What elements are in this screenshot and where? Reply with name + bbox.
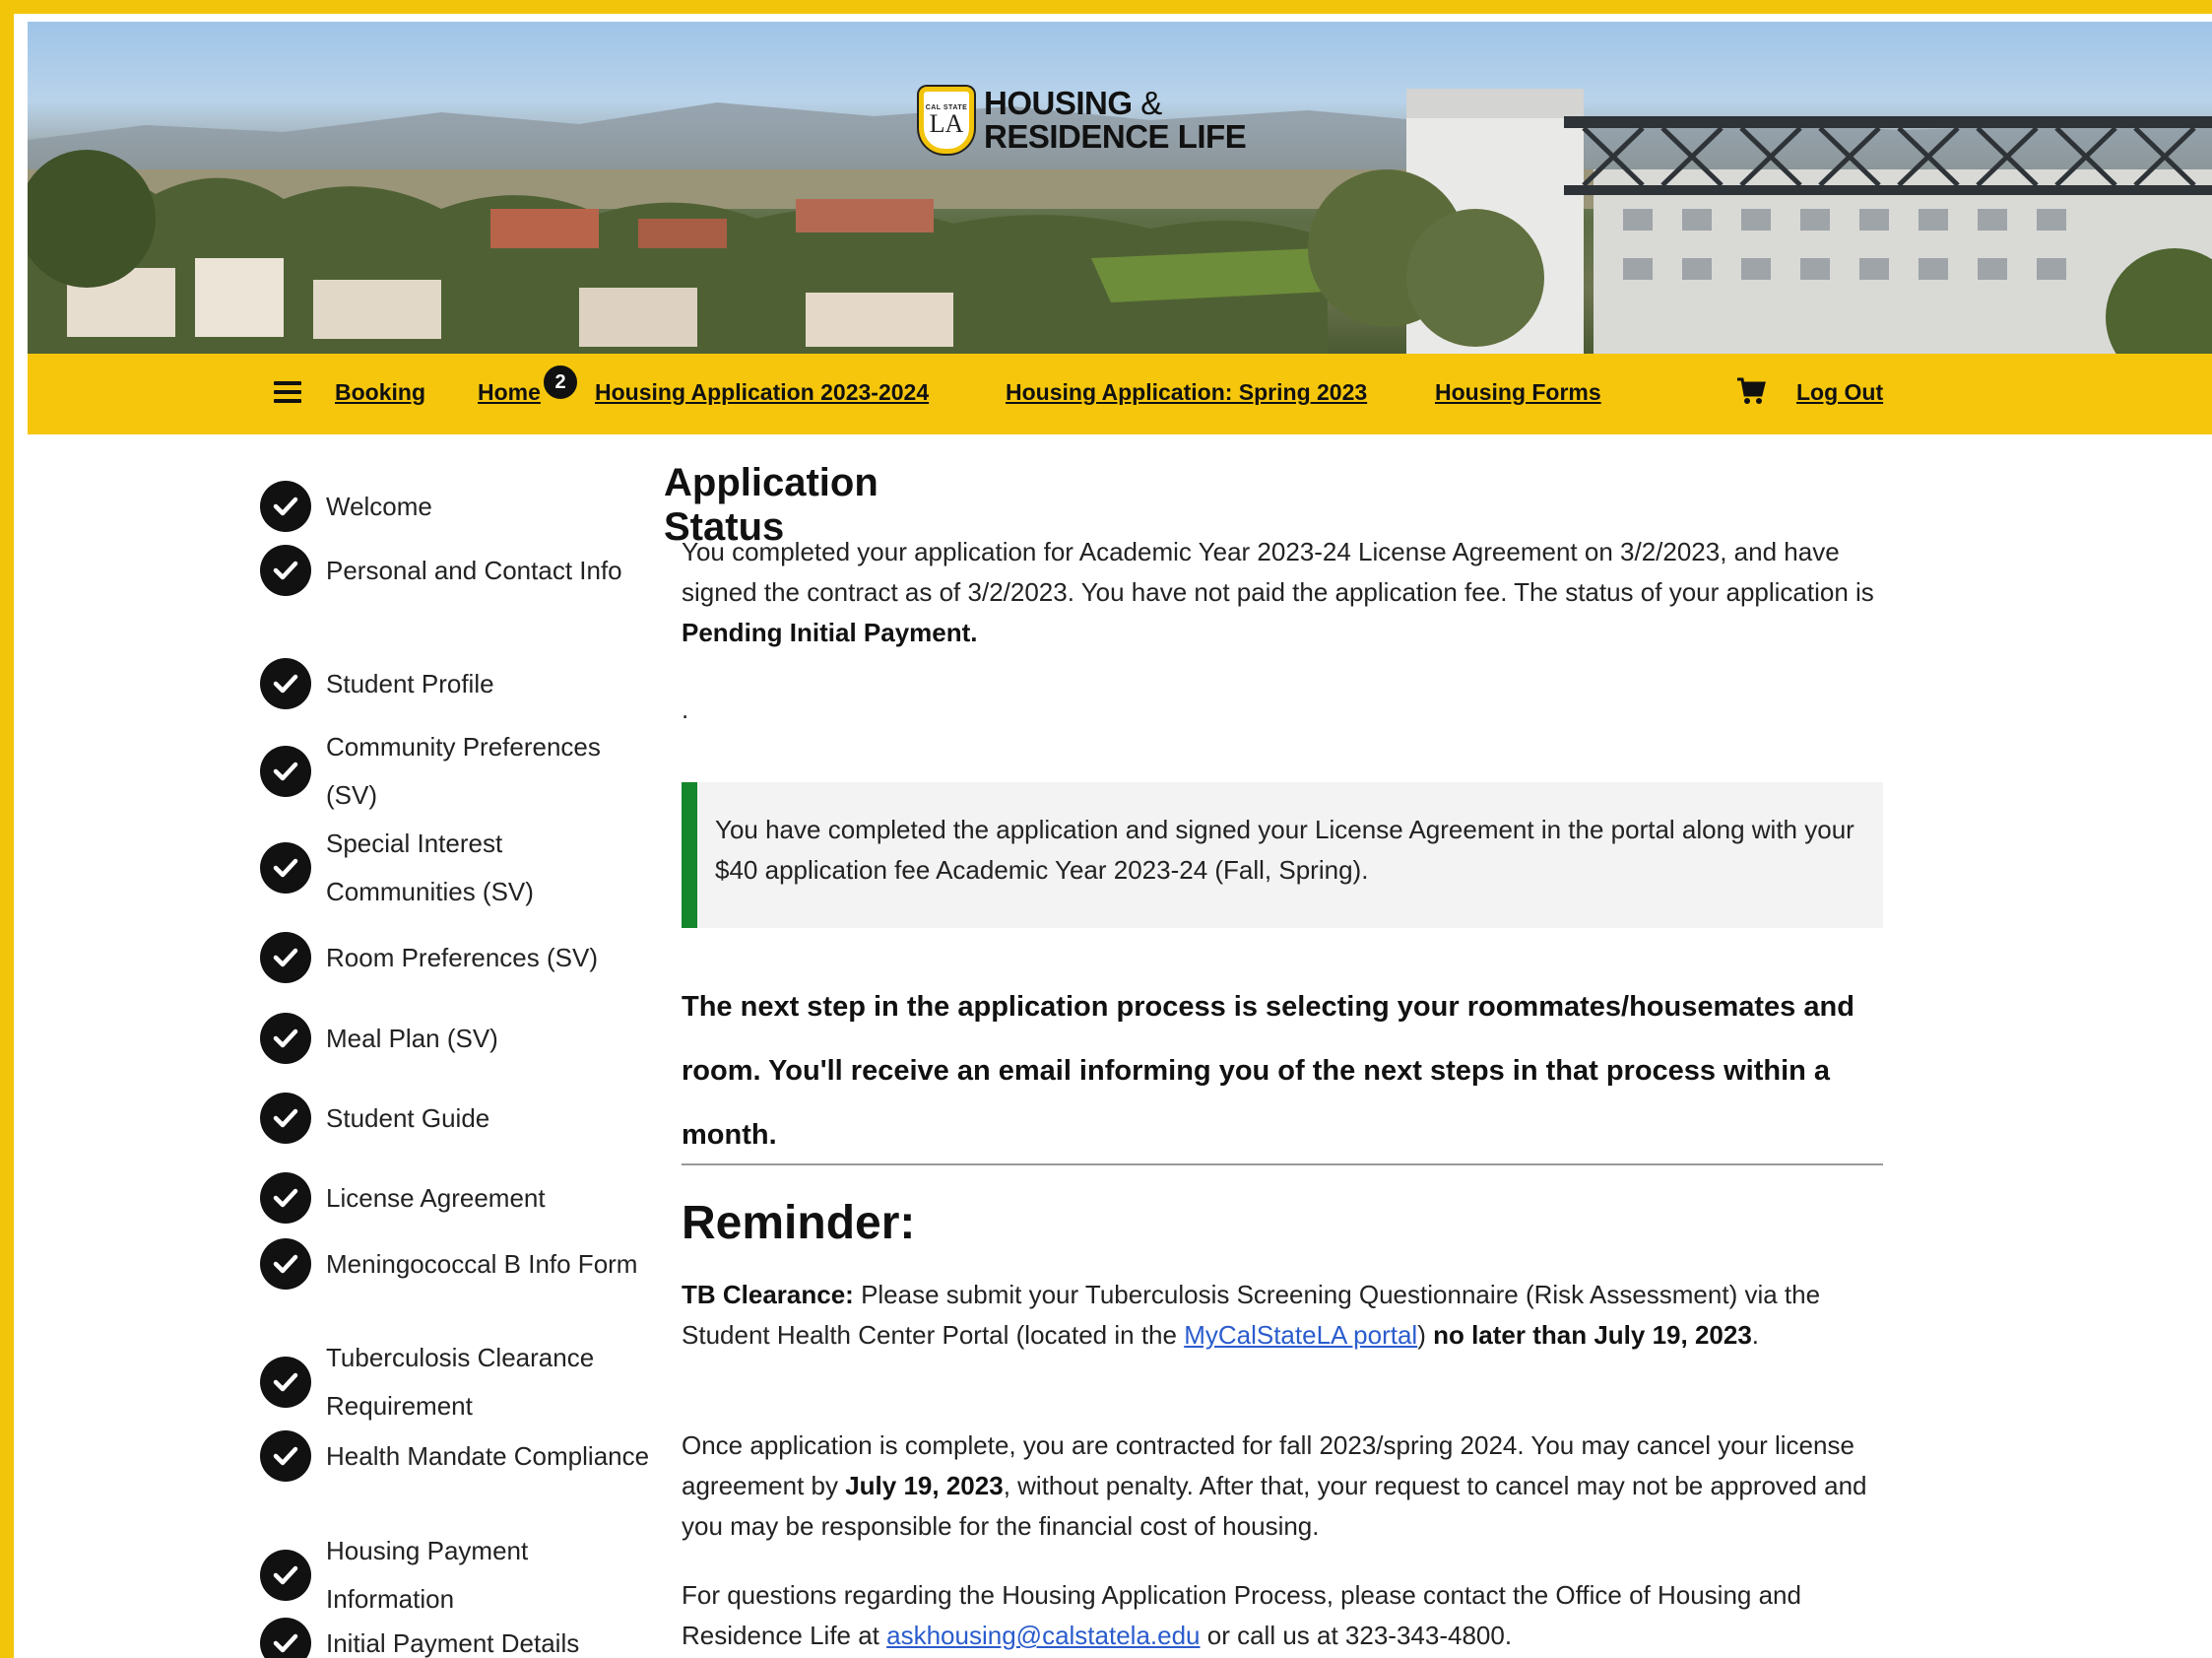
check-circle-icon [260,1013,311,1064]
check-circle-icon [260,1238,311,1290]
check-circle-icon [260,1550,311,1601]
step-tuberculosis-clearance[interactable]: Tuberculosis Clearance Requirement [260,1334,651,1430]
step-personal-and-contact-info[interactable]: Personal and Contact Info [260,545,651,596]
reminder-heading: Reminder: [682,1197,916,1249]
main-navigation: 2 Booking Home Housing Application 2023-… [28,354,2212,434]
divider [682,1163,1883,1165]
nav-link-housing-forms[interactable]: Housing Forms [1435,379,1601,406]
hamburger-menu-icon[interactable]: 2 [274,364,579,403]
check-circle-icon [260,1093,311,1144]
check-circle-icon [260,1357,311,1408]
check-circle-icon [260,932,311,983]
mycalstatela-portal-link[interactable]: MyCalStateLA portal [1184,1320,1417,1350]
stray-dot: . [682,695,689,724]
step-welcome[interactable]: Welcome [260,481,651,532]
cancellation-text: Once application is complete, you are co… [682,1430,1867,1541]
step-room-preferences[interactable]: Room Preferences (SV) [260,932,651,983]
step-meningococcal-b-info-form[interactable]: Meningococcal B Info Form [260,1238,651,1290]
notification-badge: 2 [542,364,579,401]
step-housing-payment-information[interactable]: Housing Payment Information [260,1527,651,1624]
nav-link-home[interactable]: Home [478,379,541,406]
askhousing-email-link[interactable]: askhousing@calstatela.edu [886,1621,1200,1650]
step-license-agreement[interactable]: License Agreement [260,1172,651,1224]
status-value: Pending Initial Payment. [682,618,978,647]
shopping-cart-icon[interactable] [1736,377,1766,405]
application-status-text: You completed your application for Acade… [682,537,1874,647]
step-special-interest-communities[interactable]: Special Interest Communities (SV) [260,820,651,916]
campus-photo [28,89,2212,354]
check-circle-icon [260,545,311,596]
contact-text: For questions regarding the Housing Appl… [682,1580,1801,1650]
check-circle-icon [260,1618,311,1658]
check-circle-icon [260,1430,311,1482]
housing-logo[interactable]: CAL STATE LA HOUSING & RESIDENCE LIFE [919,85,1247,155]
tb-clearance-text: TB Clearance: Please submit your Tubercu… [682,1280,1821,1350]
nav-link-housing-application-2023-2024[interactable]: Housing Application 2023-2024 [595,379,929,406]
step-student-profile[interactable]: Student Profile [260,658,651,709]
check-circle-icon [260,481,311,532]
browser-viewport: CAL STATE LA HOUSING & RESIDENCE LIFE 2 … [14,14,2212,1658]
logo-title: HOUSING & RESIDENCE LIFE [984,85,1247,155]
step-community-preferences[interactable]: Community Preferences (SV) [260,723,651,820]
header-banner: CAL STATE LA HOUSING & RESIDENCE LIFE [28,22,2212,354]
nav-link-housing-application-spring-2023[interactable]: Housing Application: Spring 2023 [1006,379,1367,406]
check-circle-icon [260,658,311,709]
step-health-mandate-compliance[interactable]: Health Mandate Compliance [260,1430,651,1482]
check-circle-icon [260,842,311,894]
check-circle-icon [260,1172,311,1224]
step-meal-plan[interactable]: Meal Plan (SV) [260,1013,651,1064]
step-initial-payment-details[interactable]: Initial Payment Details [260,1618,651,1658]
completion-notice: You have completed the application and s… [682,782,1883,928]
cal-state-la-shield-icon: CAL STATE LA [919,87,974,154]
nav-link-booking[interactable]: Booking [335,379,425,406]
logout-link[interactable]: Log Out [1796,379,1883,406]
step-student-guide[interactable]: Student Guide [260,1093,651,1144]
next-step-text: The next step in the application process… [682,991,1854,1151]
check-circle-icon [260,746,311,797]
